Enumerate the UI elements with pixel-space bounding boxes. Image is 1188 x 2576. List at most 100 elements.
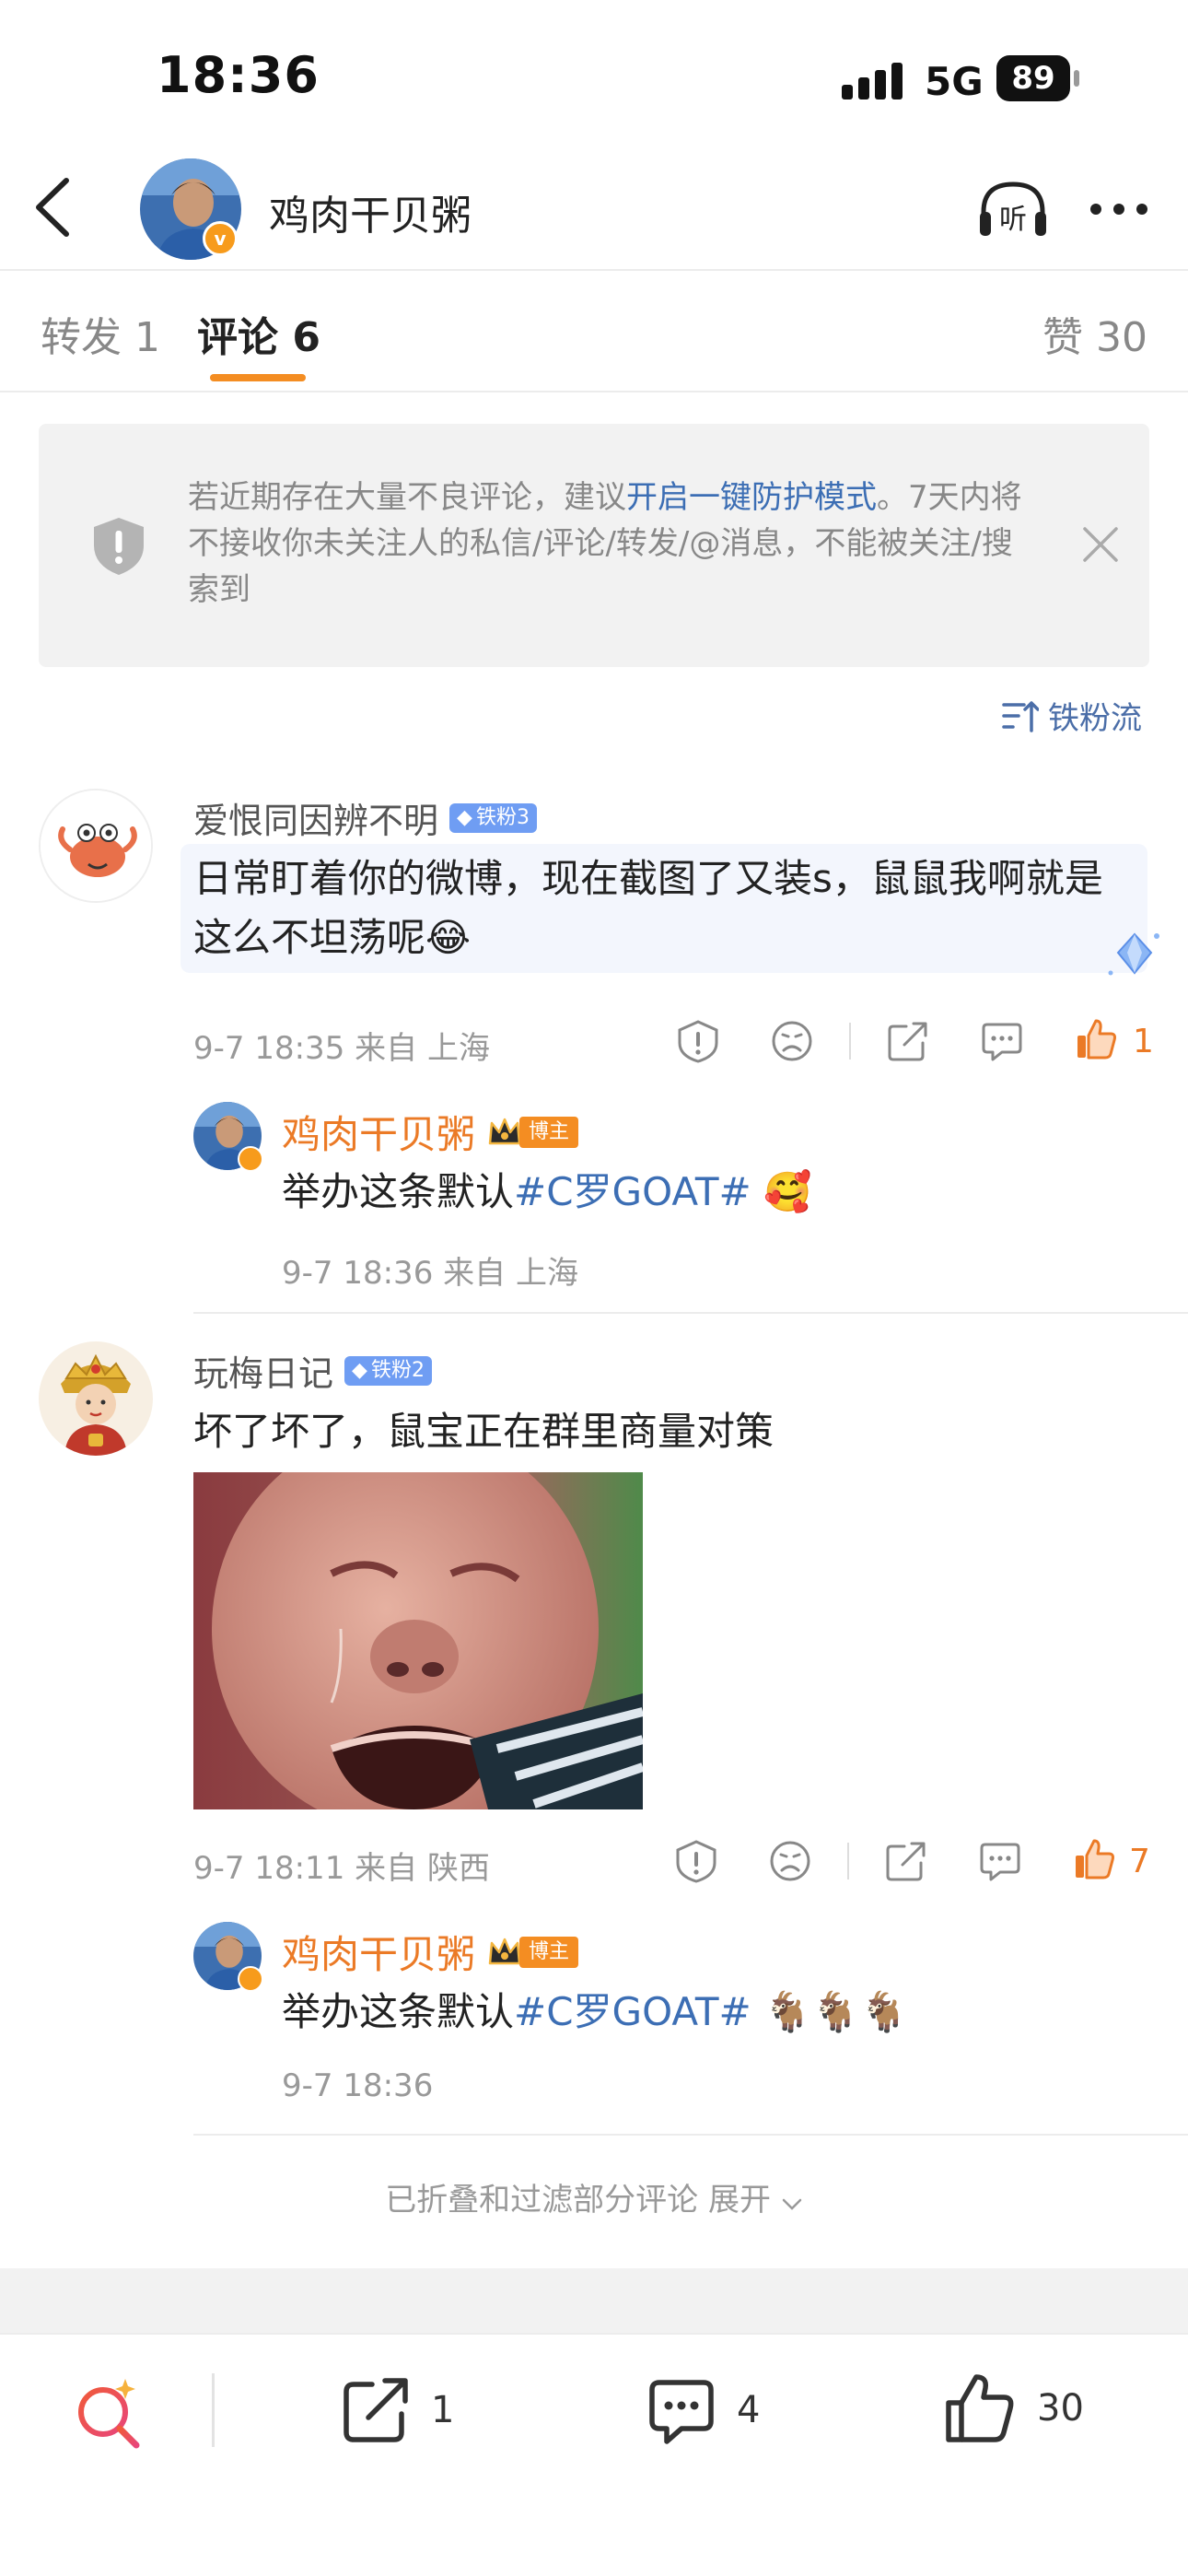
sort-label: 铁粉流: [1048, 700, 1142, 737]
report-icon[interactable]: [674, 1839, 718, 1883]
bottom-bar-divider: [212, 2373, 215, 2447]
reply-comment-icon[interactable]: [980, 1019, 1024, 1063]
notice-text-before: 若近期存在大量不良评论，建议: [188, 479, 626, 516]
comment-count: 4: [737, 2389, 761, 2431]
battery-level: 89: [1011, 60, 1055, 97]
like-count: 1: [1133, 1023, 1154, 1060]
action-divider: [847, 1843, 849, 1879]
comment-meta: 9-7 18:35 来自 上海: [193, 1023, 490, 1068]
tab-comments[interactable]: 评论 6: [197, 304, 320, 363]
comment-username[interactable]: 玩梅日记: [193, 1345, 333, 1396]
crown-icon: [486, 1114, 523, 1151]
tabs-divider: [0, 391, 1188, 392]
comment-body: 日常盯着你的微博，现在截图了又装s，鼠鼠我啊就是这么不坦荡呢: [193, 856, 1103, 960]
comment-location: 来自 上海: [355, 1030, 490, 1067]
fan-badge-label: 铁粉3: [475, 805, 530, 829]
shield-icon: [90, 516, 147, 577]
comment-image[interactable]: [193, 1472, 643, 1809]
blogger-badge-label: 博主: [519, 1936, 579, 1968]
comment-text: 坏了坏了，鼠宝正在群里商量对策: [193, 1409, 775, 1454]
cellular-signal-icon: [840, 59, 928, 101]
comment-header: 玩梅日记 ◆ 铁粉2: [193, 1345, 432, 1396]
close-icon[interactable]: [1081, 525, 1120, 564]
thumbs-up-icon: [943, 2371, 1017, 2445]
reply-header: 鸡肉干贝粥 博主: [282, 1924, 579, 1980]
topic-link[interactable]: #C罗GOAT#: [514, 1169, 751, 1214]
status-time: 18:36: [157, 46, 320, 104]
comment-meta: 9-7 18:11 来自 陕西: [193, 1843, 490, 1888]
crown-icon: [486, 1934, 523, 1971]
reply-username[interactable]: 鸡肉干贝粥: [282, 1924, 475, 1980]
back-arrow-icon[interactable]: [26, 175, 81, 240]
goat-emoji: 🐐🐐🐐: [763, 1989, 908, 2034]
diamond-icon: ◆: [457, 805, 472, 829]
reply-emoji: 🥰: [763, 1169, 812, 1214]
liked-thumb-icon[interactable]: [1072, 1837, 1116, 1881]
reply-comment-icon[interactable]: [978, 1839, 1022, 1883]
comment-divider: [193, 2134, 1188, 2136]
tab-repost[interactable]: 转发 1: [41, 304, 160, 363]
sort-button[interactable]: 铁粉流: [1002, 693, 1142, 738]
fan-badge: ◆ 铁粉3: [449, 802, 537, 833]
reply-time: 9-7 18:36: [282, 1255, 434, 1292]
blogger-badge: 博主: [486, 1934, 579, 1971]
reply-text: 举办这条默认#C罗GOAT# 🥰: [282, 1163, 811, 1222]
liked-thumb-icon[interactable]: [1074, 1017, 1118, 1061]
repost-button[interactable]: 1: [341, 2375, 454, 2445]
search-sparkle-icon[interactable]: [72, 2375, 146, 2449]
chevron-down-icon: [781, 2184, 803, 2220]
comment-avatar[interactable]: [39, 789, 153, 903]
comment-time: 9-7 18:11: [193, 1850, 345, 1887]
reply-text: 举办这条默认#C罗GOAT# 🐐🐐🐐: [282, 1983, 908, 2042]
reply-location: 来自 上海: [443, 1255, 578, 1292]
dislike-face-icon[interactable]: [770, 1019, 814, 1063]
tab-likes[interactable]: 赞 30: [1042, 304, 1147, 363]
reply-body: 举办这条默认: [282, 1169, 515, 1214]
notice-text: 若近期存在大量不良评论，建议开启一键防护模式。7天内将不接收你未关注人的私信/评…: [188, 474, 1035, 613]
expand-folded-comments[interactable]: 已折叠和过滤部分评论 展开: [0, 2174, 1188, 2220]
more-options-icon[interactable]: [1087, 195, 1151, 223]
fan-badge-label: 铁粉2: [370, 1358, 425, 1382]
comment-time: 9-7 18:35: [193, 1030, 345, 1067]
sort-icon: [1002, 699, 1039, 732]
verified-badge-icon: v: [203, 221, 238, 256]
listen-headphone-icon[interactable]: 听: [976, 177, 1050, 243]
blogger-badge: 博主: [486, 1114, 579, 1151]
reply-time: 9-7 18:36: [282, 2067, 434, 2104]
comment-button[interactable]: 4: [646, 2375, 760, 2445]
folded-label: 已折叠和过滤部分评论 展开: [385, 2182, 771, 2219]
share-icon[interactable]: [886, 1019, 930, 1063]
topic-link[interactable]: #C罗GOAT#: [514, 1989, 751, 2034]
comment-header: 爱恨同因辨不明 ◆ 铁粉3: [193, 792, 537, 843]
repost-icon: [341, 2375, 411, 2445]
laugh-emoji: 😂: [425, 915, 472, 960]
fan-badge: ◆ 铁粉2: [344, 1355, 432, 1386]
diamond-icon: ◆: [352, 1358, 367, 1382]
header-divider: [0, 269, 1188, 271]
comment-divider: [193, 1312, 1188, 1314]
like-count: 7: [1129, 1843, 1150, 1880]
report-icon[interactable]: [676, 1019, 720, 1063]
share-icon[interactable]: [884, 1839, 928, 1883]
protection-mode-link[interactable]: 开启一键防护模式: [626, 479, 877, 516]
network-type: 5G: [925, 59, 984, 104]
like-button[interactable]: 30: [943, 2371, 1084, 2445]
dislike-face-icon[interactable]: [768, 1839, 812, 1883]
reply-header: 鸡肉干贝粥 博主: [282, 1104, 579, 1160]
active-tab-indicator: [210, 374, 306, 381]
listen-label: 听: [999, 204, 1027, 236]
comment-icon: [646, 2375, 716, 2445]
reply-meta: 9-7 18:36 来自 上海: [282, 1247, 578, 1293]
action-divider: [849, 1023, 851, 1060]
like-count-total: 30: [1037, 2387, 1084, 2430]
bottom-bar-divider: [0, 2333, 1188, 2335]
section-separator: [0, 2268, 1188, 2333]
reply-body: 举办这条默认: [282, 1989, 515, 2034]
comment-location: 来自 陕西: [355, 1850, 490, 1887]
comment-username[interactable]: 爱恨同因辨不明: [193, 792, 438, 843]
comment-text: 日常盯着你的微博，现在截图了又装s，鼠鼠我啊就是这么不坦荡呢😂: [193, 849, 1133, 967]
page-title: 鸡肉干贝粥: [269, 193, 472, 240]
repost-count: 1: [431, 2389, 455, 2431]
comment-avatar[interactable]: [39, 1341, 153, 1456]
reply-username[interactable]: 鸡肉干贝粥: [282, 1104, 475, 1160]
